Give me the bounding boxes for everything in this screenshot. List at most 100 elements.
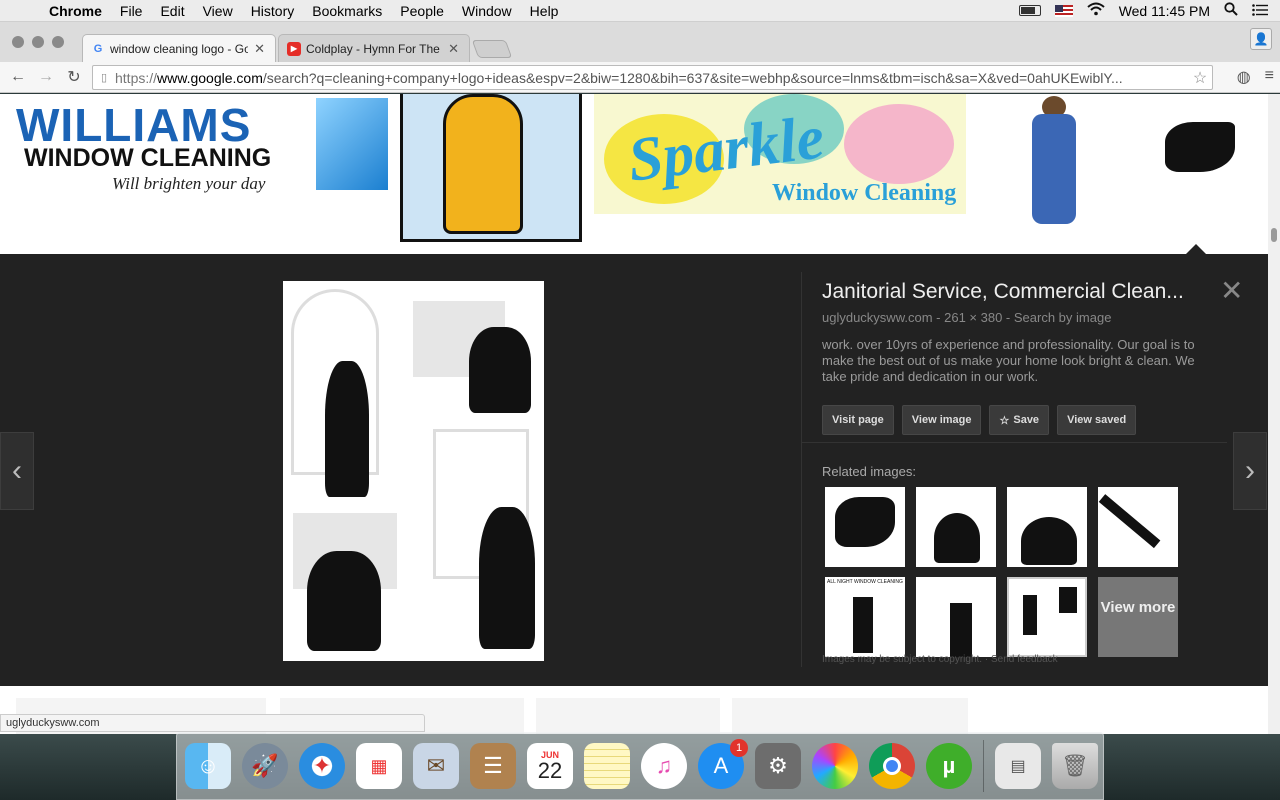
minimize-window-button[interactable] — [32, 36, 44, 48]
squeegee-logo-icon — [316, 98, 388, 190]
related-image[interactable] — [1007, 487, 1087, 567]
logo-text: WINDOW CLEANING — [24, 144, 272, 172]
contacts-icon[interactable]: ☰ — [470, 743, 516, 789]
chrome-menu-icon[interactable]: ≡ — [1265, 67, 1274, 87]
copyright-notice[interactable]: Images may be subject to copyright. · Se… — [822, 654, 1058, 665]
result-thumbnail[interactable] — [732, 698, 968, 734]
new-tab-button[interactable] — [471, 40, 513, 58]
image-title[interactable]: Janitorial Service, Commercial Clean... — [822, 280, 1222, 304]
trash-icon[interactable]: 🗑 — [1052, 743, 1098, 789]
next-image-button[interactable]: › — [1233, 432, 1267, 510]
image-preview-panel: ‹ › ✕ Janitorial Service, Commercial Cle… — [0, 254, 1268, 686]
close-tab-icon[interactable]: ✕ — [254, 41, 265, 57]
logo-tagline: Will brighten your day — [112, 174, 266, 193]
wifi-icon[interactable] — [1087, 2, 1105, 19]
result-thumbnail-worker[interactable] — [1002, 94, 1110, 242]
app-grid-icon[interactable]: ▦ — [356, 743, 402, 789]
close-window-button[interactable] — [12, 36, 24, 48]
result-thumbnail[interactable] — [536, 698, 720, 734]
chrome-icon[interactable] — [869, 743, 915, 789]
tab-google-images[interactable]: G window cleaning logo - Goo ✕ — [82, 34, 276, 62]
menu-file[interactable]: File — [111, 3, 152, 19]
page-info-icon[interactable]: ▯ — [93, 71, 115, 84]
menu-view[interactable]: View — [194, 3, 242, 19]
image-meta: uglyduckysww.com - 261 × 380 - Search by… — [822, 310, 1112, 325]
menu-app-name[interactable]: Chrome — [40, 3, 111, 19]
image-source-link[interactable]: uglyduckysww.com — [822, 310, 933, 325]
notification-badge: 1 — [730, 739, 748, 757]
tab-youtube[interactable]: ▶ Coldplay - Hymn For The W ✕ — [278, 34, 470, 62]
photos-icon[interactable] — [812, 743, 858, 789]
dock-separator — [983, 740, 984, 792]
related-image[interactable]: ALL NIGHT WINDOW CLEANING — [825, 577, 905, 657]
menu-bar: Chrome File Edit View History Bookmarks … — [0, 0, 1280, 22]
preview-image[interactable] — [283, 281, 544, 661]
youtube-icon: ▶ — [287, 41, 301, 56]
notification-center-icon[interactable] — [1252, 3, 1268, 19]
google-favicon-icon: G — [93, 42, 103, 55]
menu-help[interactable]: Help — [521, 3, 568, 19]
page-scrollbar[interactable] — [1268, 94, 1280, 734]
profile-icon[interactable]: 👤 — [1250, 28, 1272, 50]
calendar-icon[interactable]: JUN 22 — [527, 743, 573, 789]
finder-icon[interactable]: ☺ — [185, 743, 231, 789]
itunes-icon[interactable]: ♫ — [641, 743, 687, 789]
notes-icon[interactable] — [584, 743, 630, 789]
system-preferences-icon[interactable]: ⚙ — [755, 743, 801, 789]
extension-globe-icon[interactable]: ◍ — [1237, 67, 1251, 87]
documents-stack-icon[interactable]: ▤ — [995, 743, 1041, 789]
result-thumbnail-sparkle[interactable]: Sparkle Window Cleaning — [594, 94, 966, 214]
input-source-flag-icon[interactable] — [1054, 4, 1073, 17]
zoom-window-button[interactable] — [52, 36, 64, 48]
close-panel-icon[interactable]: ✕ — [1220, 274, 1243, 307]
launchpad-icon[interactable]: 🚀 — [242, 743, 288, 789]
result-thumbnail-ladder-worker[interactable] — [400, 94, 582, 242]
utorrent-icon[interactable]: µ — [926, 743, 972, 789]
dock: ☺ 🚀 ✦ ▦ ✉ ☰ JUN 22 ♫ A1 ⚙ µ ▤ 🗑 — [176, 732, 1104, 800]
selected-result-caret — [1186, 244, 1206, 254]
safari-icon[interactable]: ✦ — [299, 743, 345, 789]
menu-window[interactable]: Window — [453, 3, 521, 19]
search-by-image-link[interactable]: Search by image — [1014, 310, 1112, 325]
result-thumbnail-williams[interactable]: WILLIAMS WINDOW CLEANING Will brighten y… — [16, 94, 390, 198]
reload-icon[interactable]: ↻ — [60, 67, 88, 87]
related-images-label: Related images: — [822, 464, 916, 479]
menu-history[interactable]: History — [242, 3, 304, 19]
related-image[interactable] — [825, 487, 905, 567]
result-thumbnail-silhouette[interactable] — [1145, 116, 1249, 180]
app-store-icon[interactable]: A1 — [698, 739, 748, 789]
related-image[interactable] — [916, 487, 996, 567]
forward-icon[interactable]: → — [32, 68, 60, 86]
mail-icon[interactable]: ✉ — [413, 743, 459, 789]
image-results-row: WILLIAMS WINDOW CLEANING Will brighten y… — [0, 94, 1268, 254]
image-details: Janitorial Service, Commercial Clean... … — [822, 280, 1222, 435]
related-image[interactable] — [916, 577, 996, 657]
back-icon[interactable]: ← — [4, 68, 32, 86]
bookmark-star-icon[interactable]: ☆ — [1188, 68, 1212, 88]
window-controls — [12, 36, 64, 48]
tab-strip: G window cleaning logo - Goo ✕ ▶ Coldpla… — [0, 22, 1280, 62]
related-image[interactable] — [1098, 487, 1178, 567]
clock[interactable]: Wed 11:45 PM — [1119, 3, 1210, 19]
google-images-page: WILLIAMS WINDOW CLEANING Will brighten y… — [0, 94, 1268, 734]
view-image-button[interactable]: View image — [901, 405, 982, 435]
visit-page-button[interactable]: Visit page — [822, 405, 894, 435]
view-more-button[interactable]: View more — [1098, 577, 1178, 657]
menu-people[interactable]: People — [391, 3, 453, 19]
save-button[interactable]: ☆ Save — [989, 405, 1050, 435]
related-image-selected[interactable] — [1007, 577, 1087, 657]
battery-icon[interactable] — [1018, 5, 1041, 16]
url-text[interactable]: https://www.google.com/search?q=cleaning… — [115, 70, 1188, 86]
menu-edit[interactable]: Edit — [151, 3, 193, 19]
previous-image-button[interactable]: ‹ — [0, 432, 34, 510]
address-bar[interactable]: ▯ https://www.google.com/search?q=cleani… — [92, 65, 1213, 90]
view-saved-button[interactable]: View saved — [1057, 405, 1137, 435]
tab-title: window cleaning logo - Goo — [110, 41, 249, 56]
logo-text: Window Cleaning — [772, 180, 957, 206]
action-buttons: Visit page View image ☆ Save View saved — [822, 405, 1222, 435]
close-tab-icon[interactable]: ✕ — [448, 41, 459, 57]
spotlight-search-icon[interactable] — [1224, 2, 1238, 19]
browser-toolbar: ← → ↻ ▯ https://www.google.com/search?q=… — [0, 62, 1280, 93]
menu-bookmarks[interactable]: Bookmarks — [303, 3, 391, 19]
status-bar-url: uglyduckysww.com — [0, 714, 425, 732]
